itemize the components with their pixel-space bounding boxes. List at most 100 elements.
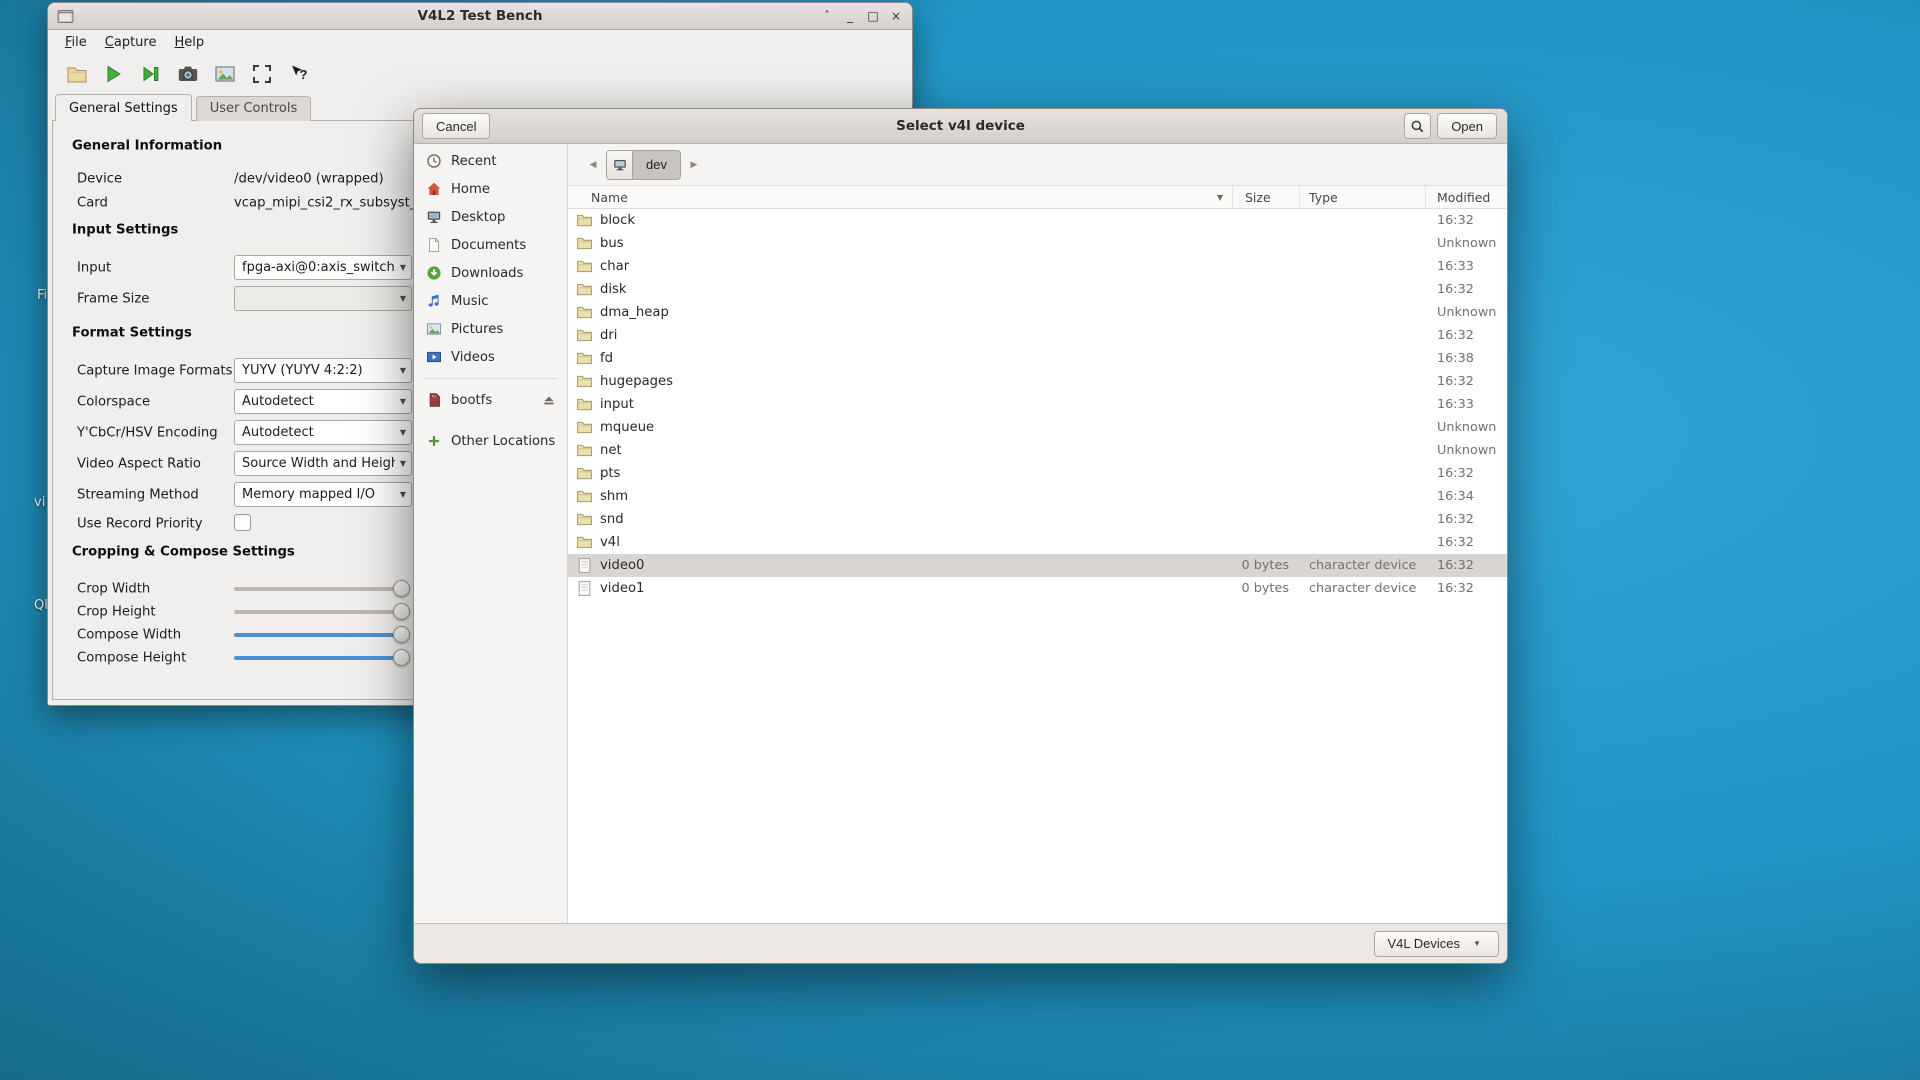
snapshot-button[interactable] (173, 59, 203, 89)
sidebar-item-label: Music (451, 294, 489, 309)
file-row-video0[interactable]: video00 bytescharacter device16:32 (568, 554, 1507, 577)
file-type: character device (1300, 558, 1426, 573)
maximize-button[interactable]: □ (865, 8, 881, 25)
file-row-hugepages[interactable]: hugepages16:32 (568, 370, 1507, 393)
file-modified: 16:32 (1426, 512, 1507, 527)
file-modified: 16:33 (1426, 259, 1507, 274)
folder-icon (576, 258, 593, 275)
window-controls: ˆ _ □ × (819, 8, 912, 25)
rollup-button[interactable]: ˆ (819, 8, 835, 25)
folder-icon (576, 419, 593, 436)
sidebar-item-label: Downloads (451, 266, 523, 281)
file-name: net (600, 443, 622, 458)
file-modified: 16:32 (1426, 282, 1507, 297)
sidebar-item-desktop[interactable]: Desktop (414, 203, 567, 231)
sidebar-item-label: Recent (451, 154, 497, 169)
file-row-bus[interactable]: busUnknown (568, 232, 1507, 255)
file-row-dma-heap[interactable]: dma_heapUnknown (568, 301, 1507, 324)
file-list: block16:32busUnknownchar16:33disk16:32dm… (568, 209, 1507, 923)
sidebar-item-bootfs[interactable]: bootfs (414, 386, 567, 414)
desktop-icon-label[interactable]: vi (34, 495, 45, 510)
chevron-down-icon: ▼ (1469, 939, 1485, 948)
computer-icon (612, 157, 628, 173)
search-icon (1410, 119, 1425, 134)
desktop-icon (426, 209, 442, 225)
file-name: dma_heap (600, 305, 669, 320)
folder-icon (576, 304, 593, 321)
fullscreen-icon (251, 63, 273, 85)
menu-file[interactable]: File (56, 32, 96, 53)
search-button[interactable] (1404, 113, 1431, 139)
file-row-char[interactable]: char 16:33 (568, 255, 1507, 278)
sidebar-item-home[interactable]: Home (414, 175, 567, 203)
file-modified: Unknown (1426, 443, 1507, 458)
sidebar-item-label: Desktop (451, 210, 505, 225)
path-segment-dev[interactable]: dev (633, 150, 681, 180)
file-row-disk[interactable]: disk16:32 (568, 278, 1507, 301)
menu-help[interactable]: Help (165, 32, 213, 53)
file-row-pts[interactable]: pts16:32 (568, 462, 1507, 485)
column-header-name[interactable]: Name▼ (568, 186, 1233, 208)
sidebar-item-recent[interactable]: Recent (414, 147, 567, 175)
file-row-block[interactable]: block16:32 (568, 209, 1507, 232)
filter-label: V4L Devices (1388, 936, 1461, 951)
fullscreen-button[interactable] (247, 59, 277, 89)
minimize-button[interactable]: _ (842, 8, 858, 25)
sidebar-item-music[interactable]: Music (414, 287, 567, 315)
file-row-fd[interactable]: fd16:38 (568, 347, 1507, 370)
tab-user-controls[interactable]: User Controls (196, 96, 312, 121)
desktop-icon-label[interactable]: Ql (34, 598, 48, 613)
file-row-v4l[interactable]: v4l16:32 (568, 531, 1507, 554)
path-scroll-left-icon[interactable]: ◀ (581, 160, 605, 170)
file-row-input[interactable]: input16:33 (568, 393, 1507, 416)
filesystem-root-button[interactable] (606, 150, 633, 180)
column-header-type[interactable]: Type (1300, 186, 1426, 208)
dialog-header[interactable]: Cancel Select v4l device Open (414, 109, 1507, 144)
eject-icon[interactable] (541, 392, 557, 408)
column-header-size[interactable]: Size (1233, 186, 1300, 208)
close-button[interactable]: × (888, 8, 904, 25)
sidebar-item-other-locations[interactable]: Other Locations (414, 427, 567, 455)
sidebar-item-label: Home (451, 182, 490, 197)
file-name: block (600, 213, 635, 228)
file-row-shm[interactable]: shm16:34 (568, 485, 1507, 508)
show-frames-button[interactable] (210, 59, 240, 89)
window-titlebar[interactable]: V4L2 Test Bench ˆ_□× (48, 3, 912, 30)
sidebar-item-downloads[interactable]: Downloads (414, 259, 567, 287)
folder-icon (576, 212, 593, 229)
sort-indicator-icon: ▼ (1217, 193, 1223, 202)
sidebar-item-label: Other Locations (451, 434, 555, 449)
file-name: char (600, 259, 629, 274)
desktop: Fi vi Ql V4L2 Test Bench ˆ_□× FileCaptur… (0, 0, 1920, 1080)
sidebar-item-label: Pictures (451, 322, 503, 337)
help-pointer-icon: ? (288, 63, 310, 85)
context-help-button[interactable]: ? (284, 59, 314, 89)
camera-icon (177, 63, 199, 85)
cancel-button[interactable]: Cancel (422, 113, 490, 139)
open-button[interactable]: Open (1437, 113, 1497, 139)
file-type-filter-button[interactable]: V4L Devices ▼ (1374, 931, 1500, 957)
open-device-button[interactable] (62, 59, 92, 89)
menu-capture[interactable]: Capture (96, 32, 166, 53)
file-name: dri (600, 328, 617, 343)
music-icon (426, 293, 442, 309)
sidebar-item-pictures[interactable]: Pictures (414, 315, 567, 343)
step-frame-button[interactable] (136, 59, 166, 89)
folder-icon (576, 350, 593, 367)
desktop-icon-label[interactable]: Fi (37, 288, 47, 303)
sidebar-item-documents[interactable]: Documents (414, 231, 567, 259)
open-folder-icon (66, 63, 88, 85)
start-capture-button[interactable] (99, 59, 129, 89)
file-row-mqueue[interactable]: mqueueUnknown (568, 416, 1507, 439)
tab-general-settings[interactable]: General Settings (55, 94, 192, 121)
file-row-net[interactable]: net Unknown (568, 439, 1507, 462)
file-name: v4l (600, 535, 620, 550)
sidebar-item-videos[interactable]: Videos (414, 343, 567, 371)
file-row-dri[interactable]: dri16:32 (568, 324, 1507, 347)
image-frame-icon (214, 63, 236, 85)
file-row-snd[interactable]: snd16:32 (568, 508, 1507, 531)
folder-icon (576, 373, 593, 390)
column-header-modified[interactable]: Modified (1426, 186, 1507, 208)
path-scroll-right-icon[interactable]: ▶ (682, 160, 706, 170)
file-row-video1[interactable]: video10 bytescharacter device16:32 (568, 577, 1507, 600)
